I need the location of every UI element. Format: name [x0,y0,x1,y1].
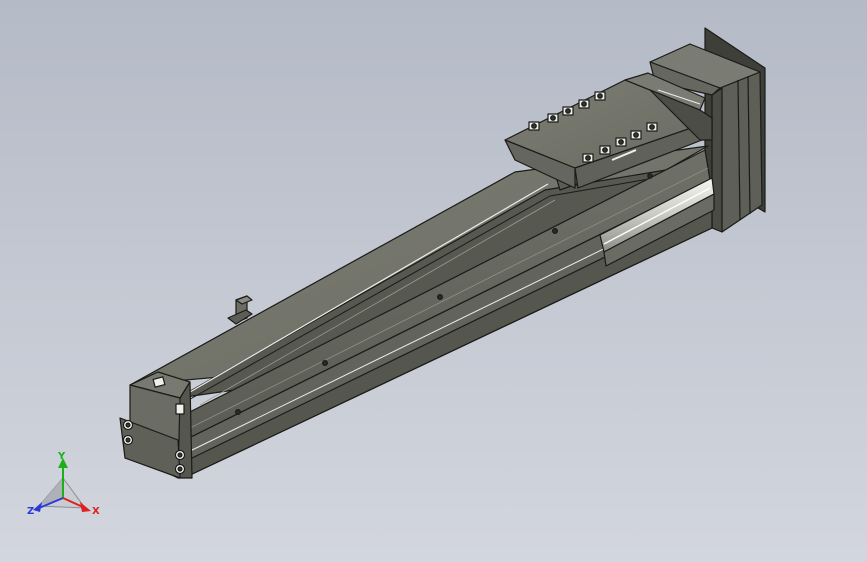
z-axis-arrow [33,502,42,512]
y-axis-label: Y [57,451,66,462]
orientation-triad[interactable]: Y X Z [25,448,105,524]
cad-3d-viewport[interactable]: Y X Z [0,0,867,562]
x-axis-label: X [92,506,100,517]
actuator-model[interactable] [0,0,867,562]
z-axis-label: Z [27,506,34,517]
x-axis-arrow [80,502,91,512]
rail-profile [129,145,713,477]
motor-mount-front [719,71,763,233]
rail-front-face [177,149,711,441]
end-cap [119,371,193,479]
